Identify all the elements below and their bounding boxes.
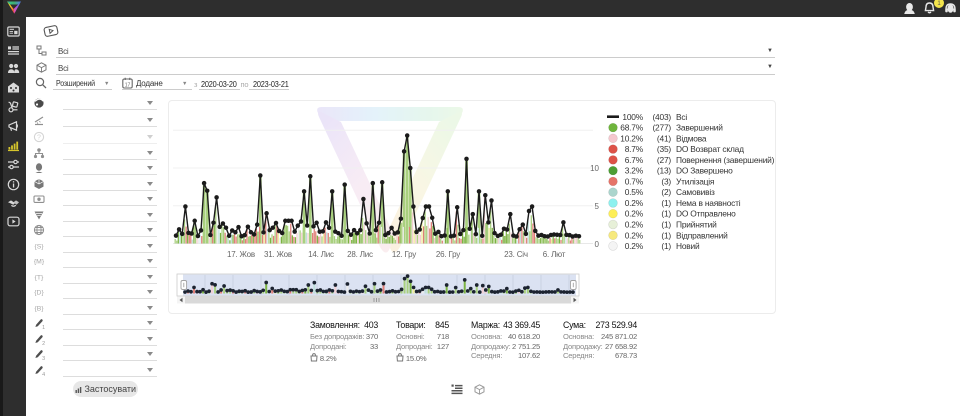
svg-text:Новий: Новий xyxy=(676,241,700,251)
svg-text:31. Жов: 31. Жов xyxy=(264,250,292,259)
svg-text:(403): (403) xyxy=(652,112,671,122)
svg-text:Завершений: Завершений xyxy=(676,123,723,133)
svg-text:(2): (2) xyxy=(661,187,671,197)
svg-text:6.7%: 6.7% xyxy=(625,155,644,165)
svg-text:(3): (3) xyxy=(661,176,671,186)
svg-text:17. Жов: 17. Жов xyxy=(227,250,255,259)
svg-text:0.2%: 0.2% xyxy=(625,209,644,219)
svg-text:26. Гру: 26. Гру xyxy=(436,250,460,259)
svg-text:0.2%: 0.2% xyxy=(625,198,644,208)
svg-text:0.2%: 0.2% xyxy=(625,241,644,251)
svg-text:?: ? xyxy=(37,135,41,142)
svg-text:Всі: Всі xyxy=(676,112,687,122)
svg-text:0.2%: 0.2% xyxy=(625,230,644,240)
svg-text:(1): (1) xyxy=(661,209,671,219)
svg-text:Повернення (завершений): Повернення (завершений) xyxy=(676,155,775,165)
svg-text:(1): (1) xyxy=(661,198,671,208)
svg-text:DO Завершено: DO Завершено xyxy=(676,166,733,176)
svg-text:100%: 100% xyxy=(622,112,643,122)
svg-text:(41): (41) xyxy=(657,133,672,143)
svg-text:(27): (27) xyxy=(657,155,672,165)
svg-text:(1): (1) xyxy=(661,220,671,230)
svg-text:1: 1 xyxy=(42,325,45,329)
svg-text:DO Возврат склад: DO Возврат склад xyxy=(676,144,744,154)
svg-text:68.7%: 68.7% xyxy=(620,123,644,133)
svg-text:4: 4 xyxy=(42,371,45,375)
svg-text:5: 5 xyxy=(595,202,600,211)
svg-text:(13): (13) xyxy=(657,166,672,176)
svg-text:0.2%: 0.2% xyxy=(625,220,644,230)
svg-text:23. Січ: 23. Січ xyxy=(504,250,528,259)
svg-text:{D}: {D} xyxy=(34,290,44,297)
svg-text:(1): (1) xyxy=(661,241,671,251)
svg-text:(35): (35) xyxy=(657,144,672,154)
svg-text:Нема в наявності: Нема в наявності xyxy=(676,198,741,208)
svg-text:(1): (1) xyxy=(661,230,671,240)
svg-text:28. Лис: 28. Лис xyxy=(347,250,373,259)
svg-text:10.2%: 10.2% xyxy=(620,133,644,143)
svg-text:Утилізація: Утилізація xyxy=(676,176,714,186)
svg-text:0.7%: 0.7% xyxy=(625,176,644,186)
svg-text:(277): (277) xyxy=(652,123,671,133)
svg-text:Відправлений: Відправлений xyxy=(676,230,728,240)
svg-text:8.7%: 8.7% xyxy=(625,144,644,154)
svg-text:12. Гру: 12. Гру xyxy=(392,250,416,259)
svg-text:{S}: {S} xyxy=(34,243,44,250)
svg-text:14. Лис: 14. Лис xyxy=(308,250,334,259)
svg-text:0: 0 xyxy=(595,240,600,249)
svg-text:Самовивіз: Самовивіз xyxy=(676,187,715,197)
svg-text:3: 3 xyxy=(42,356,45,360)
svg-text:{B}: {B} xyxy=(34,305,44,312)
svg-text:10: 10 xyxy=(590,164,599,173)
svg-text:{M}: {M} xyxy=(34,259,45,266)
svg-text:3.2%: 3.2% xyxy=(625,166,644,176)
svg-text:0.5%: 0.5% xyxy=(625,187,644,197)
svg-text:Прийнятий: Прийнятий xyxy=(676,220,717,230)
svg-text:2: 2 xyxy=(42,340,45,344)
svg-text:{T}: {T} xyxy=(35,274,44,281)
svg-text:DO Отправлено: DO Отправлено xyxy=(676,209,736,219)
svg-text:Відмова: Відмова xyxy=(676,133,707,143)
svg-text:17: 17 xyxy=(125,82,131,88)
svg-text:6. Лют: 6. Лют xyxy=(543,250,566,259)
